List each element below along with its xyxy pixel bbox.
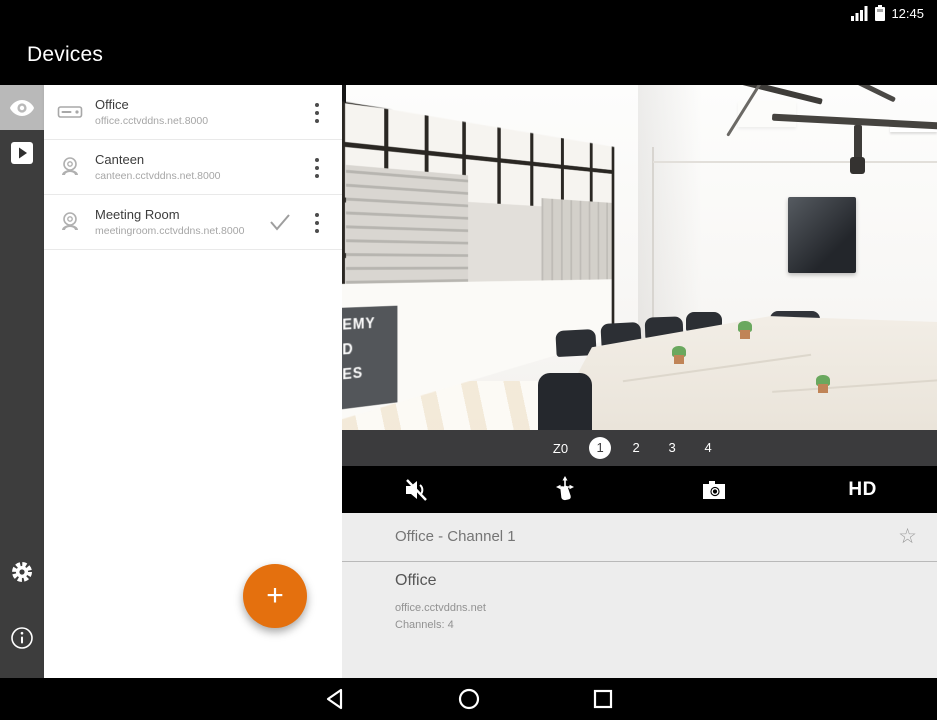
- video-toolbar: HD: [342, 466, 937, 513]
- info-device-address: office.cctvddns.net: [395, 602, 486, 614]
- nav-back-button[interactable]: [323, 687, 347, 711]
- wall-tv: [788, 197, 856, 273]
- window-sign: EMY D ES: [342, 306, 397, 410]
- device-address: canteen.cctvddns.net.8000: [95, 170, 221, 182]
- device-row-office[interactable]: Office office.cctvddns.net.8000: [44, 85, 342, 140]
- device-name: Meeting Room: [95, 207, 180, 222]
- pipe-fitting: [850, 157, 865, 174]
- camera-icon: [62, 212, 78, 230]
- window-building: [346, 165, 468, 284]
- live-video[interactable]: EMY D ES: [342, 85, 937, 430]
- office-chair: [538, 373, 592, 430]
- device-menu-button[interactable]: [312, 210, 322, 236]
- zoom-level-label: Z0: [552, 440, 569, 456]
- page-title: Devices: [27, 43, 104, 66]
- camera-icon: [62, 157, 78, 175]
- signal-bars-icon: [851, 6, 868, 21]
- battery-icon: [875, 5, 886, 21]
- app-bar: 12:45 Devices: [0, 0, 937, 85]
- nav-recents-button[interactable]: [591, 687, 615, 711]
- wall-conduit: [653, 161, 937, 163]
- channel-bar: Z0 1 2 3 4: [342, 430, 937, 466]
- channel-button-4[interactable]: 4: [697, 437, 719, 459]
- sidebar-item-settings[interactable]: [0, 549, 44, 594]
- favorite-star-icon[interactable]: ☆: [898, 524, 917, 549]
- device-menu-button[interactable]: [312, 155, 322, 181]
- info-device-name: Office: [395, 572, 437, 589]
- nav-home-button[interactable]: [457, 687, 481, 711]
- sidebar-item-about[interactable]: [0, 615, 44, 660]
- device-address: office.cctvddns.net.8000: [95, 115, 209, 127]
- snapshot-icon: [702, 480, 725, 499]
- side-rail: [0, 85, 44, 678]
- device-address: meetingroom.cctvddns.net.8000: [95, 225, 245, 237]
- table-seam: [622, 353, 812, 383]
- home-icon: [458, 688, 479, 710]
- hd-label: HD: [848, 478, 877, 500]
- snapshot-button[interactable]: [640, 466, 789, 513]
- playback-icon: [11, 141, 33, 164]
- channel-button-1[interactable]: 1: [589, 437, 612, 459]
- dvr-icon: [57, 106, 83, 118]
- eye-icon: [10, 99, 34, 116]
- android-nav-bar: [0, 678, 937, 720]
- mute-button[interactable]: [342, 466, 491, 513]
- quality-button[interactable]: HD: [788, 466, 937, 513]
- device-name: Office: [95, 97, 129, 112]
- player-panel: EMY D ES Z0 1 2 3 4 HD Office - Channel …: [342, 85, 937, 678]
- status-cluster: 12:45: [851, 5, 924, 21]
- check-icon: [270, 214, 290, 231]
- status-time: 12:45: [891, 5, 924, 21]
- mute-icon: [406, 478, 428, 501]
- device-info-panel: Office office.cctvddns.net Channels: 4: [342, 562, 937, 678]
- window-building: [542, 198, 614, 282]
- device-name: Canteen: [95, 152, 145, 167]
- sign-line: ES: [342, 364, 364, 383]
- fab-plus-label: +: [266, 579, 284, 612]
- gear-icon: [12, 561, 32, 582]
- succulent-plant: [738, 321, 752, 339]
- ptz-icon: [556, 475, 575, 500]
- ptz-button[interactable]: [491, 466, 640, 513]
- succulent-plant: [672, 346, 686, 364]
- stream-header: Office - Channel 1 ☆: [342, 513, 937, 562]
- succulent-plant: [816, 375, 830, 393]
- device-list-panel: Office office.cctvddns.net.8000 Canteen …: [44, 85, 342, 678]
- device-menu-button[interactable]: [312, 100, 322, 126]
- pipe-fitting: [854, 125, 862, 161]
- device-row-meeting-room[interactable]: Meeting Room meetingroom.cctvddns.net.80…: [44, 195, 342, 250]
- window-building: [468, 202, 543, 282]
- device-row-canteen[interactable]: Canteen canteen.cctvddns.net.8000: [44, 140, 342, 195]
- recents-icon: [593, 689, 612, 709]
- channel-button-2[interactable]: 2: [625, 437, 647, 459]
- stream-title: Office - Channel 1: [395, 528, 516, 545]
- sidebar-item-live-view[interactable]: [0, 85, 44, 130]
- back-icon: [326, 688, 342, 710]
- add-device-fab[interactable]: +: [243, 564, 307, 628]
- info-icon: [11, 626, 33, 649]
- table-seam: [772, 379, 937, 393]
- channel-button-3[interactable]: 3: [661, 437, 683, 459]
- info-device-channels: Channels: 4: [395, 619, 454, 631]
- sidebar-item-playback[interactable]: [0, 130, 44, 175]
